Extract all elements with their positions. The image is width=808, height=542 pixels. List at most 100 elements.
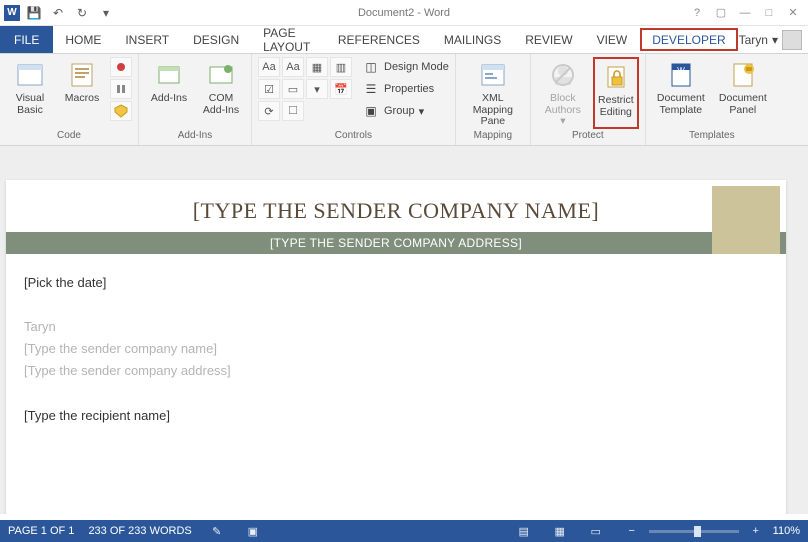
sender-company-name-field[interactable]: [TYPE THE SENDER COMPANY NAME] [6, 180, 786, 232]
ribbon: Visual Basic Macros Code Add-Ins COM Add… [0, 54, 808, 146]
design-mode-icon: ◫ [362, 59, 380, 75]
xml-mapping-icon [477, 59, 509, 91]
ribbon-options-icon[interactable]: ▢ [712, 4, 730, 22]
tab-developer[interactable]: DEVELOPER [640, 28, 737, 51]
addins-icon [153, 59, 185, 91]
document-body[interactable]: [Pick the date] Taryn [Type the sender c… [6, 254, 786, 445]
document-template-button[interactable]: W Document Template [652, 57, 710, 129]
sender-name-line[interactable]: Taryn [24, 316, 768, 338]
read-mode-icon[interactable]: ▤ [513, 523, 535, 539]
tab-page-layout[interactable]: PAGE LAYOUT [251, 26, 326, 53]
sender-address-line[interactable]: [Type the sender company address] [24, 360, 768, 382]
macro-status-icon[interactable]: ▣ [242, 523, 264, 539]
ribbon-group-controls: Aa Aa ▦ ▥ ☑ ▭ ▾ 📅 ⟳ 🞎 ◫Design Mode [252, 54, 456, 145]
visual-basic-icon [14, 59, 46, 91]
ribbon-tabs: FILE HOME INSERT DESIGN PAGE LAYOUT REFE… [0, 26, 808, 54]
page-indicator[interactable]: PAGE 1 OF 1 [8, 525, 74, 537]
date-picker-control-icon[interactable]: 📅 [330, 79, 352, 99]
block-authors-button: Block Authors ▾ [537, 57, 589, 129]
web-layout-icon[interactable]: ▭ [585, 523, 607, 539]
macro-security-icon[interactable] [110, 101, 132, 121]
tab-review[interactable]: REVIEW [513, 26, 584, 53]
building-block-control-icon[interactable]: ▥ [330, 57, 352, 77]
qat-customize-icon[interactable]: ▾ [96, 3, 116, 23]
print-layout-icon[interactable]: ▦ [549, 523, 571, 539]
tab-home[interactable]: HOME [53, 26, 113, 53]
macros-button[interactable]: Macros [58, 57, 106, 129]
tab-mailings[interactable]: MAILINGS [432, 26, 513, 53]
picture-control-icon[interactable]: ▦ [306, 57, 328, 77]
pause-recording-icon[interactable] [110, 79, 132, 99]
combo-control-icon[interactable]: ▭ [282, 79, 304, 99]
avatar[interactable] [782, 30, 802, 50]
design-mode-button[interactable]: ◫Design Mode [362, 57, 449, 77]
document-panel-icon [727, 59, 759, 91]
com-addins-button[interactable]: COM Add-Ins [197, 57, 245, 129]
sender-company-line[interactable]: [Type the sender company name] [24, 338, 768, 360]
zoom-out-button[interactable]: − [621, 523, 643, 539]
checkbox-control-icon[interactable]: ☑ [258, 79, 280, 99]
ribbon-group-protect: Block Authors ▾ Restrict Editing Protect [531, 54, 646, 145]
letterhead-badge [712, 186, 780, 254]
maximize-icon[interactable]: □ [760, 4, 778, 22]
tab-insert[interactable]: INSERT [113, 26, 181, 53]
spelling-status-icon[interactable]: ✎ [206, 523, 228, 539]
tab-references[interactable]: REFERENCES [326, 26, 432, 53]
macros-icon [66, 59, 98, 91]
restrict-editing-button[interactable]: Restrict Editing [593, 57, 639, 129]
title-bar: W 💾 ↶ ↻ ▾ Document2 - Word ? ▢ — □ ✕ [0, 0, 808, 26]
group-label-code: Code [57, 130, 81, 144]
qat-save-icon[interactable]: 💾 [24, 3, 44, 23]
tab-design[interactable]: DESIGN [181, 26, 251, 53]
visual-basic-button[interactable]: Visual Basic [6, 57, 54, 129]
zoom-in-button[interactable]: + [745, 523, 767, 539]
group-label-controls: Controls [335, 130, 372, 144]
zoom-slider[interactable] [649, 530, 739, 533]
ribbon-group-addins: Add-Ins COM Add-Ins Add-Ins [139, 54, 252, 145]
help-icon[interactable]: ? [688, 4, 706, 22]
xml-mapping-pane-button[interactable]: XML Mapping Pane [462, 57, 524, 129]
tab-file[interactable]: FILE [0, 26, 53, 53]
ribbon-group-mapping: XML Mapping Pane Mapping [456, 54, 531, 145]
plain-text-control-icon[interactable]: Aa [282, 57, 304, 77]
repeating-control-icon[interactable]: ⟳ [258, 101, 280, 121]
document-panel-button[interactable]: Document Panel [714, 57, 772, 129]
qat-redo-icon[interactable]: ↻ [72, 3, 92, 23]
status-bar: PAGE 1 OF 1 233 OF 233 WORDS ✎ ▣ ▤ ▦ ▭ −… [0, 520, 808, 542]
addins-button[interactable]: Add-Ins [145, 57, 193, 129]
letterhead-header: [TYPE THE SENDER COMPANY NAME] [TYPE THE… [6, 180, 786, 254]
dropdown-control-icon[interactable]: ▾ [306, 79, 328, 99]
block-authors-icon [547, 59, 579, 91]
word-app-icon: W [4, 5, 20, 21]
properties-button[interactable]: ☰Properties [362, 79, 449, 99]
group-label-addins: Add-Ins [178, 130, 212, 144]
restrict-editing-icon [600, 61, 632, 93]
user-name[interactable]: Taryn [739, 33, 768, 47]
legacy-tools-icon[interactable]: 🞎 [282, 101, 304, 121]
ribbon-group-code: Visual Basic Macros Code [0, 54, 139, 145]
user-menu-chevron-icon[interactable]: ▾ [772, 33, 778, 47]
group-button[interactable]: ▣Group ▾ [362, 101, 449, 121]
group-label-templates: Templates [689, 130, 735, 144]
close-icon[interactable]: ✕ [784, 4, 802, 22]
date-picker-field[interactable]: [Pick the date] [24, 272, 768, 294]
zoom-level[interactable]: 110% [773, 525, 800, 537]
sender-company-address-field[interactable]: [TYPE THE SENDER COMPANY ADDRESS] [6, 232, 786, 254]
minimize-icon[interactable]: — [736, 4, 754, 22]
com-addins-icon [205, 59, 237, 91]
document-page[interactable]: [TYPE THE SENDER COMPANY NAME] [TYPE THE… [6, 180, 786, 514]
group-label-protect: Protect [572, 130, 604, 144]
group-label-mapping: Mapping [474, 130, 512, 144]
qat-undo-icon[interactable]: ↶ [48, 3, 68, 23]
window-title: Document2 - Word [358, 7, 450, 19]
recipient-name-field[interactable]: [Type the recipient name] [24, 405, 768, 427]
record-macro-icon[interactable] [110, 57, 132, 77]
ribbon-group-templates: W Document Template Document Panel Templ… [646, 54, 778, 145]
zoom-control: − + 110% [621, 523, 800, 539]
group-icon: ▣ [362, 103, 380, 119]
svg-text:W: W [677, 66, 685, 75]
word-count[interactable]: 233 OF 233 WORDS [88, 525, 191, 537]
rich-text-control-icon[interactable]: Aa [258, 57, 280, 77]
tab-view[interactable]: VIEW [585, 26, 640, 53]
properties-icon: ☰ [362, 81, 380, 97]
